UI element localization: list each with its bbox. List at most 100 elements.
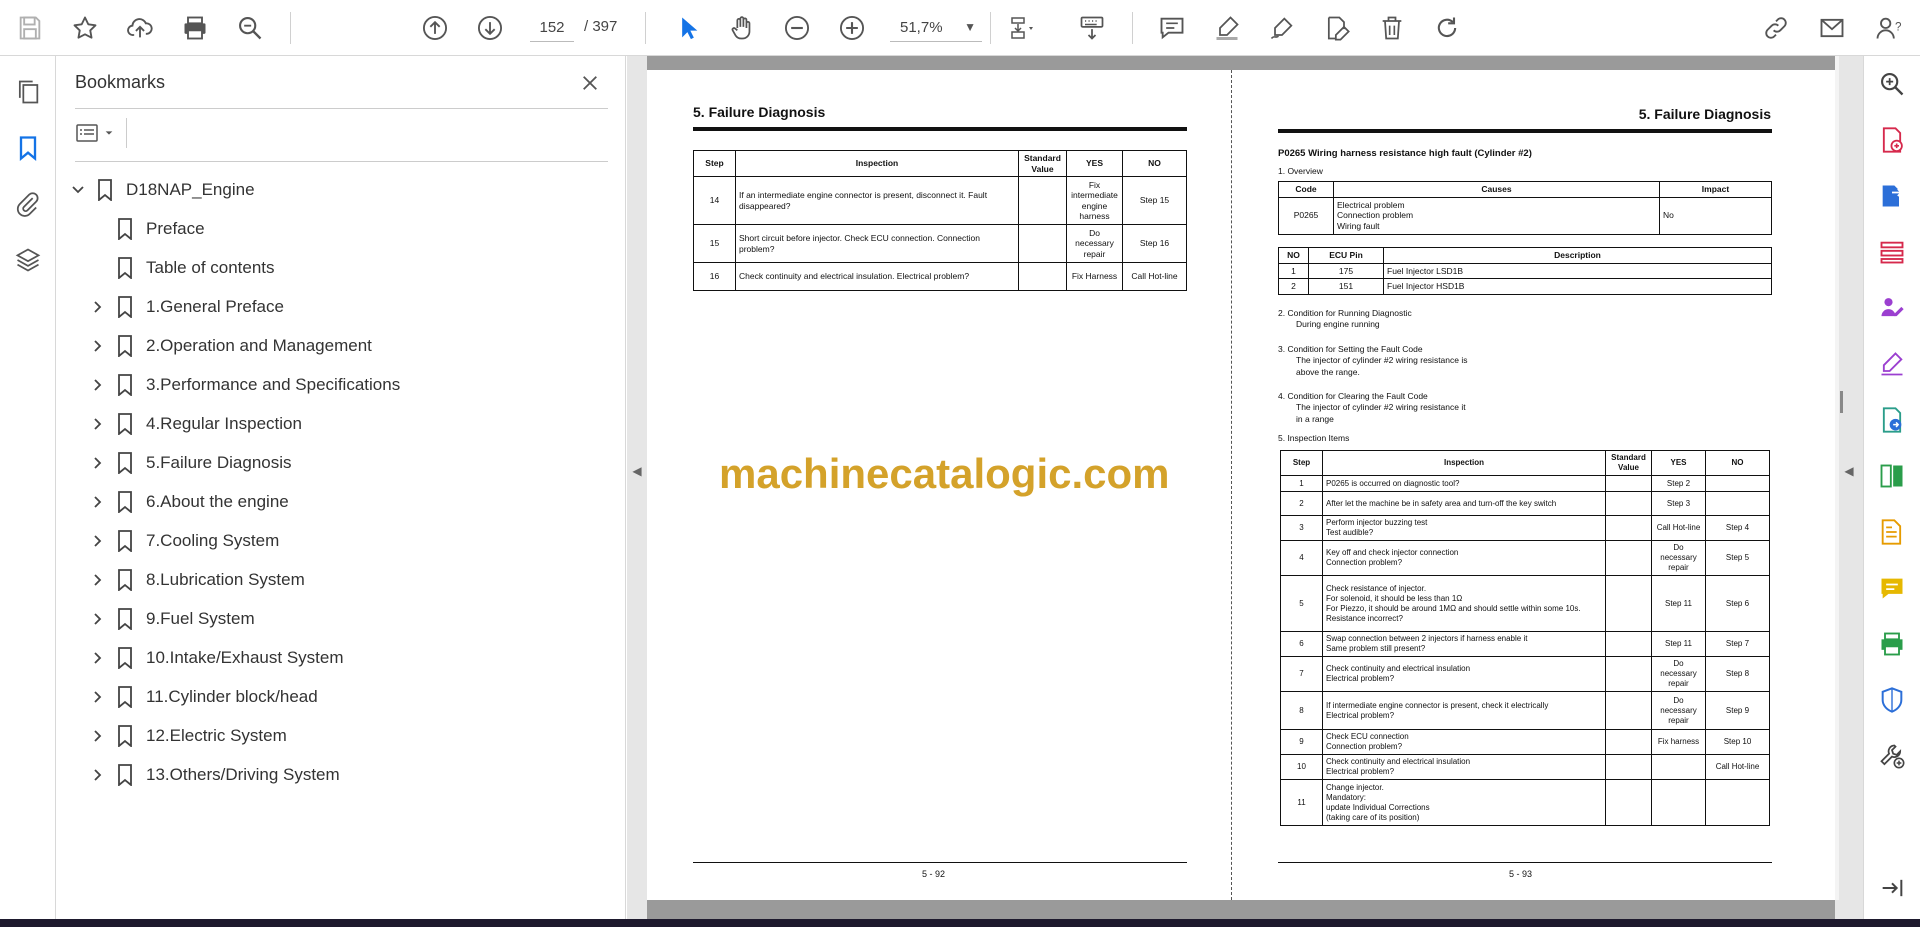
bookmark-icon [114,724,136,748]
export-pdf-icon[interactable] [1874,178,1910,214]
attachments-icon[interactable] [8,184,48,224]
bookmark-item-regular-inspection[interactable]: 4.Regular Inspection [56,404,626,443]
more-tools-icon[interactable] [1874,738,1910,774]
bookmark-label: 9.Fuel System [146,608,255,628]
bookmark-label: 10.Intake/Exhaust System [146,647,344,667]
create-pdf-icon[interactable] [1874,122,1910,158]
request-signature-icon[interactable] [1874,290,1910,326]
chevron-right-icon[interactable] [88,531,108,551]
bookmark-icon [114,607,136,631]
protect-shield-icon[interactable] [1874,682,1910,718]
zoom-in-icon[interactable] [832,8,872,48]
bookmark-icon [114,217,136,241]
bookmark-item-operation[interactable]: 2.Operation and Management [56,326,626,365]
highlight-pen-icon[interactable] [1207,8,1247,48]
edit-pdf-icon[interactable] [1874,514,1910,550]
bookmark-icon [114,412,136,436]
zoom-search-icon[interactable] [1874,66,1910,102]
bookmark-icon [114,529,136,553]
expand-panel-icon[interactable] [1874,870,1910,906]
zoom-level-dropdown[interactable]: 51,7% ▼ [890,14,982,42]
bookmark-item-cylinder[interactable]: 11.Cylinder block/head [56,677,626,716]
zoom-search-icon[interactable] [230,8,270,48]
close-icon[interactable] [575,68,605,98]
select-cursor-icon[interactable] [668,8,708,48]
bookmark-options-button[interactable] [75,118,125,148]
page-spread: 5. Failure Diagnosis Step Inspection Sta… [647,70,1835,900]
divider [75,161,608,162]
chevron-right-icon[interactable] [88,492,108,512]
bookmark-item-cooling[interactable]: 7.Cooling System [56,521,626,560]
email-icon[interactable] [1812,8,1852,48]
chevron-right-icon[interactable] [88,414,108,434]
previous-page-icon[interactable] [415,8,455,48]
table-row: 7 Check continuity and electrical insulat… [1280,656,1770,692]
bookmark-item-general-preface[interactable]: 1.General Preface [56,287,626,326]
next-page-icon[interactable] [470,8,510,48]
chevron-right-icon[interactable] [88,726,108,746]
print-icon[interactable] [175,8,215,48]
chevron-right-icon[interactable] [88,570,108,590]
scrollbar-thumb[interactable] [1840,391,1843,413]
edit-text-icon[interactable] [1317,8,1357,48]
hand-tool-icon[interactable] [722,8,762,48]
chevron-right-icon[interactable] [88,297,108,317]
save-icon[interactable] [10,8,50,48]
left-inspection-table: Step Inspection Standard Value YES NO 14… [693,149,1187,292]
page-fit-icon[interactable] [1002,8,1042,48]
compare-files-icon[interactable] [1874,458,1910,494]
chevron-down-icon[interactable] [68,180,88,200]
bookmark-item-electric[interactable]: 12.Electric System [56,716,626,755]
bookmark-icon [114,256,136,280]
chevron-right-icon[interactable] [88,453,108,473]
delete-icon[interactable] [1372,8,1412,48]
bookmark-item-others[interactable]: 13.Others/Driving System [56,755,626,794]
bookmark-panel-icon[interactable] [8,128,48,168]
page-thumbnails-icon[interactable] [8,72,48,112]
document-view[interactable]: ◀ 5. Failure Diagnosis Step Inspection S… [627,56,1863,919]
table-row: 2 After let the machine be in safety area… [1280,491,1770,516]
cloud-upload-icon[interactable] [120,8,160,48]
scroll-mode-icon[interactable] [1072,8,1112,48]
condition-running: 2. Condition for Running Diagnostic Duri… [1278,308,1412,330]
bookmark-item-intake-exhaust[interactable]: 10.Intake/Exhaust System [56,638,626,677]
comment-tool-icon[interactable] [1874,570,1910,606]
bookmark-item-failure-diagnosis[interactable]: 5.Failure Diagnosis [56,443,626,482]
account-icon[interactable]: ? [1868,8,1908,48]
bookmark-icon [114,451,136,475]
chevron-right-icon[interactable] [88,609,108,629]
share-link-icon[interactable] [1756,8,1796,48]
table-row: 8 If intermediate engine connector is pre… [1280,691,1770,730]
bookmark-item-lubrication[interactable]: 8.Lubrication System [56,560,626,599]
bookmark-item-root[interactable]: D18NAP_Engine [56,170,626,209]
collapse-right-panel-icon[interactable]: ◀ [1839,456,1859,486]
bookmark-icon [114,646,136,670]
chevron-right-icon[interactable] [88,648,108,668]
organize-pages-icon[interactable] [1874,234,1910,270]
table-row: 3 Perform injector buzzing test Test audi… [1280,515,1770,541]
collapse-left-panel-icon[interactable]: ◀ [627,456,647,486]
table-row: 11 Change injector. Mandatory: update Ind… [1280,779,1770,826]
fill-sign-icon[interactable] [1874,346,1910,382]
fault-subtitle: P0265 Wiring harness resistance high fau… [1278,148,1532,159]
bookmark-item-about-engine[interactable]: 6.About the engine [56,482,626,521]
send-review-icon[interactable] [1874,402,1910,438]
comment-icon[interactable] [1152,8,1192,48]
rotate-icon[interactable] [1427,8,1467,48]
draw-freeform-icon[interactable] [1262,8,1302,48]
bookmark-item-fuel[interactable]: 9.Fuel System [56,599,626,638]
star-icon[interactable] [65,8,105,48]
chevron-right-icon[interactable] [88,375,108,395]
chevron-right-icon[interactable] [88,765,108,785]
chevron-right-icon[interactable] [88,687,108,707]
print-production-icon[interactable] [1874,626,1910,662]
bookmark-item-performance[interactable]: 3.Performance and Specifications [56,365,626,404]
left-navigation-rail [0,56,56,919]
chevron-right-icon[interactable] [88,336,108,356]
bookmark-item-preface[interactable]: Preface [56,209,626,248]
page-number-input[interactable] [530,14,574,42]
bookmark-label: 11.Cylinder block/head [146,686,318,706]
layers-icon[interactable] [8,240,48,280]
zoom-out-icon[interactable] [777,8,817,48]
bookmark-item-toc[interactable]: Table of contents [56,248,626,287]
